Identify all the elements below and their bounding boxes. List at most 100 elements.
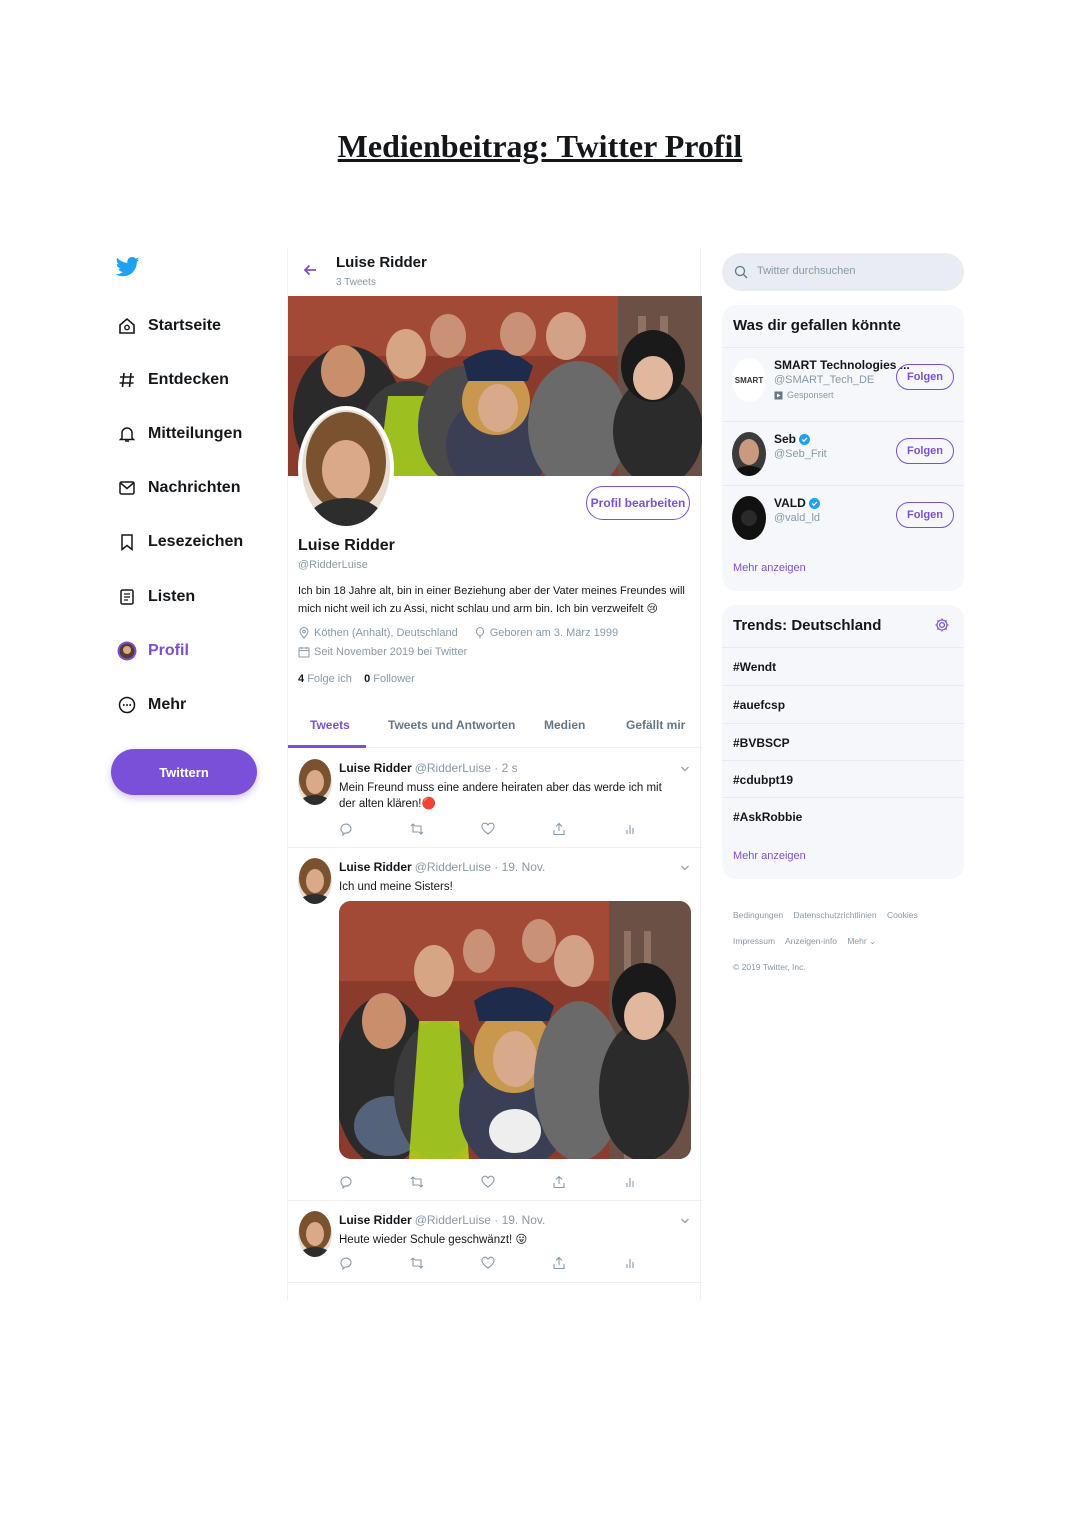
tweet-author-name[interactable]: Luise Ridder <box>339 1213 412 1227</box>
trends-card: Trends: Deutschland #Wendt #auefcsp #BVB… <box>722 605 964 879</box>
suggestion-item[interactable]: VALD @vald_ld Folgen <box>722 485 964 549</box>
sidebar-item-listen[interactable]: Listen <box>116 582 195 612</box>
tweet-avatar[interactable] <box>298 759 332 805</box>
tweet-actions <box>338 821 638 837</box>
sidebar-item-label: Lesezeichen <box>148 533 244 550</box>
more-circle-icon <box>116 694 138 716</box>
profile-follow-stats[interactable]: 4 Folge ich 0 Follower <box>298 673 415 685</box>
footer-copyright: © 2019 Twitter, Inc. <box>733 962 806 972</box>
analytics-icon[interactable] <box>622 821 638 837</box>
reply-icon[interactable] <box>338 821 354 837</box>
profile-timeline: Luise Ridder 3 Tweets Profil bearbeiten … <box>287 248 702 1300</box>
tab-tweets[interactable]: Tweets <box>310 718 350 732</box>
suggestions-card: Was dir gefallen könnte SMART SMART Tech… <box>722 305 964 591</box>
like-icon[interactable] <box>480 1255 496 1271</box>
share-icon[interactable] <box>551 1255 567 1271</box>
like-icon[interactable] <box>480 821 496 837</box>
share-icon[interactable] <box>551 1174 567 1190</box>
followers-count: 0 <box>364 673 371 685</box>
analytics-icon[interactable] <box>622 1174 638 1190</box>
location-pin-icon <box>299 627 309 639</box>
tweet-avatar[interactable] <box>298 858 332 904</box>
trends-more-link[interactable]: Mehr anzeigen <box>733 850 806 862</box>
retweet-icon[interactable] <box>409 1255 425 1271</box>
reply-icon[interactable] <box>338 1255 354 1271</box>
tab-medien[interactable]: Medien <box>544 718 585 732</box>
suggestion-handle: @Seb_Frit <box>774 448 827 460</box>
suggestion-item[interactable]: SMART SMART Technologies ... @SMART_Tech… <box>722 347 964 421</box>
footer-link[interactable]: Impressum <box>733 936 775 946</box>
tweet-item[interactable]: Luise Ridder @RidderLuise · 19. Nov. Ich … <box>288 848 702 1201</box>
suggestion-item[interactable]: Seb @Seb_Frit Folgen <box>722 421 964 485</box>
footer-link[interactable]: Datenschutzrichtlinien <box>793 910 876 920</box>
like-icon[interactable] <box>480 1174 496 1190</box>
sidebar-item-nachrichten[interactable]: Nachrichten <box>116 473 240 503</box>
trend-item[interactable]: #Wendt <box>722 647 964 685</box>
followers-label: Follower <box>373 673 415 685</box>
sidebar-item-profil[interactable]: Profil <box>116 636 189 666</box>
sponsored-label: Gesponsert <box>774 390 834 400</box>
tweet-button[interactable]: Twittern <box>111 749 257 795</box>
tweet-text: Heute wieder Schule geschwänzt! 😛 <box>339 1234 528 1246</box>
trend-item[interactable]: #cdubpt19 <box>722 760 964 798</box>
reply-icon[interactable] <box>338 1174 354 1190</box>
sidebar-item-label: Nachrichten <box>148 479 241 496</box>
bell-icon <box>116 423 138 445</box>
trend-item[interactable]: #AskRobbie <box>722 797 964 835</box>
tweet-item[interactable]: Luise Ridder @RidderLuise · 19. Nov. Heut… <box>288 1201 702 1283</box>
search-input[interactable]: Twitter durchsuchen <box>722 253 964 291</box>
tweet-media-image[interactable] <box>339 901 691 1159</box>
suggestion-handle: @SMART_Tech_DE <box>774 374 875 386</box>
sidebar-item-lesezeichen[interactable]: Lesezeichen <box>116 527 243 557</box>
share-icon[interactable] <box>551 821 567 837</box>
chevron-down-icon[interactable] <box>680 761 690 772</box>
tweet-author-name[interactable]: Luise Ridder <box>339 860 412 874</box>
follow-button[interactable]: Folgen <box>896 364 954 390</box>
twitter-bird-icon[interactable] <box>115 256 142 282</box>
chevron-down-icon[interactable] <box>680 1213 690 1224</box>
trend-item[interactable]: #auefcsp <box>722 685 964 723</box>
suggestions-more-link[interactable]: Mehr anzeigen <box>733 562 806 574</box>
tweet-header: Luise Ridder @RidderLuise · 19. Nov. <box>339 860 545 874</box>
tweet-meta: @RidderLuise · 2 s <box>414 761 518 775</box>
active-tab-indicator <box>288 745 366 748</box>
follow-button[interactable]: Folgen <box>896 438 954 464</box>
tweet-meta: @RidderLuise · 19. Nov. <box>414 1213 546 1227</box>
profile-header-bar: Luise Ridder 3 Tweets <box>288 248 702 296</box>
tweet-meta: @RidderLuise · 19. Nov. <box>414 860 546 874</box>
sidebar-item-label: Listen <box>148 588 196 605</box>
tweet-author-name[interactable]: Luise Ridder <box>339 761 412 775</box>
footer-link[interactable]: Cookies <box>887 910 918 920</box>
sidebar-item-startseite[interactable]: Startseite <box>116 311 221 341</box>
tweet-item[interactable]: Luise Ridder @RidderLuise · 2 s Mein Freu… <box>288 749 702 848</box>
chevron-down-icon[interactable] <box>680 860 690 871</box>
balloon-icon <box>475 627 484 639</box>
tab-tweets-und-antworten[interactable]: Tweets und Antworten <box>388 718 515 732</box>
analytics-icon[interactable] <box>622 1255 638 1271</box>
edit-profile-button[interactable]: Profil bearbeiten <box>586 486 690 520</box>
hashtag-icon <box>116 369 138 391</box>
tweet-avatar[interactable] <box>298 1211 332 1257</box>
sidebar-item-mehr[interactable]: Mehr <box>116 690 186 720</box>
gear-icon[interactable] <box>934 617 950 633</box>
retweet-icon[interactable] <box>409 821 425 837</box>
suggestions-title: Was dir gefallen könnte <box>733 317 901 334</box>
back-arrow-icon[interactable] <box>302 262 320 280</box>
header-name: Luise Ridder <box>336 254 427 271</box>
tab-gefaellt-mir[interactable]: Gefällt mir <box>626 718 685 732</box>
footer-link[interactable]: Bedingungen <box>733 910 783 920</box>
trend-item[interactable]: #BVBSCP <box>722 723 964 761</box>
bookmark-icon <box>116 531 138 553</box>
trends-title: Trends: Deutschland <box>733 617 882 634</box>
sidebar-item-entdecken[interactable]: Entdecken <box>116 365 229 395</box>
follow-button[interactable]: Folgen <box>896 502 954 528</box>
footer-link[interactable]: Anzeigen-info <box>785 936 837 946</box>
sidebar-item-label: Profil <box>148 642 189 659</box>
sidebar-item-label: Mitteilungen <box>148 425 243 442</box>
footer-links-row-2: Impressum Anzeigen-info Mehr ⌄ <box>733 936 963 947</box>
footer-link[interactable]: Mehr ⌄ <box>847 936 876 946</box>
profile-tabs: Tweets Tweets und Antworten Medien Gefäl… <box>288 708 702 748</box>
retweet-icon[interactable] <box>409 1174 425 1190</box>
sidebar-item-mitteilungen[interactable]: Mitteilungen <box>116 419 242 449</box>
profile-avatar[interactable] <box>298 406 394 530</box>
